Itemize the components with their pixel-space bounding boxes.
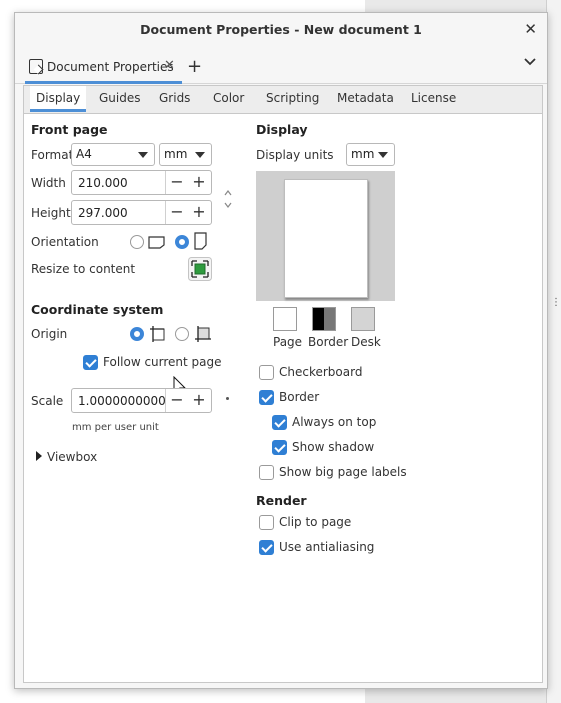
scale-spinbox[interactable]: 1.0000000000 − + <box>71 388 212 413</box>
document-properties-dialog: Document Properties - New document 1 ✕ D… <box>14 12 548 689</box>
height-spinbox[interactable]: 297.000 − + <box>71 200 212 225</box>
spin-separator <box>165 389 166 412</box>
desk-swatch-label: Desk <box>351 335 381 349</box>
origin-bottom-left-icon <box>195 326 211 342</box>
page-color-swatch[interactable] <box>273 307 297 331</box>
coordinate-system-heading: Coordinate system <box>31 302 164 317</box>
show-big-page-labels-label: Show big page labels <box>279 465 407 479</box>
follow-current-page-label: Follow current page <box>103 355 222 369</box>
follow-current-page-checkbox[interactable] <box>83 355 98 370</box>
tab-scripting[interactable]: Scripting <box>266 91 319 105</box>
close-icon[interactable]: ✕ <box>524 20 537 38</box>
checkerboard-checkbox[interactable] <box>259 365 274 380</box>
use-antialiasing-label: Use antialiasing <box>279 540 375 554</box>
use-antialiasing-checkbox[interactable] <box>259 540 274 555</box>
page-swatch-label: Page <box>273 335 303 349</box>
clip-to-page-checkbox[interactable] <box>259 515 274 530</box>
border-swatch-label: Border <box>308 335 349 349</box>
spin-separator <box>165 201 166 224</box>
tab-document-properties[interactable]: Document Properties ✕ <box>25 55 182 84</box>
window-title: Document Properties - New document 1 <box>140 22 422 37</box>
height-value: 297.000 <box>78 206 128 220</box>
front-page-heading: Front page <box>31 122 108 137</box>
checkerboard-label: Checkerboard <box>279 365 363 379</box>
render-heading: Render <box>256 493 307 508</box>
tab-metadata[interactable]: Metadata <box>337 91 394 105</box>
scale-label: Scale <box>31 394 64 408</box>
doc-tab-label: Document Properties <box>47 60 174 74</box>
link-dimensions-icon[interactable] <box>222 189 234 209</box>
landscape-page-icon <box>148 236 165 249</box>
orientation-label: Orientation <box>31 235 99 249</box>
plus-icon[interactable]: + <box>189 203 209 223</box>
resize-to-content-label: Resize to content <box>31 262 136 276</box>
resize-grip-icon[interactable]: ⋮ <box>551 298 561 308</box>
tab-guides[interactable]: Guides <box>99 91 141 105</box>
display-units-value: mm <box>351 147 375 161</box>
minus-icon[interactable]: − <box>167 173 187 193</box>
width-value: 210.000 <box>78 176 128 190</box>
format-value: A4 <box>76 147 92 161</box>
page-unit-value: mm <box>164 147 188 161</box>
width-spinbox[interactable]: 210.000 − + <box>71 170 212 195</box>
border-checkbox[interactable] <box>259 390 274 405</box>
dock-tab-bar: Document Properties ✕ + <box>15 51 547 84</box>
tab-display[interactable]: Display <box>30 86 87 112</box>
height-label: Height <box>31 206 71 220</box>
titlebar: Document Properties - New document 1 ✕ <box>15 13 547 47</box>
minus-icon[interactable]: − <box>167 391 187 411</box>
portrait-page-icon <box>194 232 207 250</box>
always-on-top-checkbox[interactable] <box>272 415 287 430</box>
origin-label: Origin <box>31 327 68 341</box>
orientation-portrait-radio[interactable] <box>175 235 189 249</box>
minus-icon[interactable]: − <box>167 203 187 223</box>
scale-value: 1.0000000000 <box>78 394 166 408</box>
add-tab-icon[interactable]: + <box>187 56 202 77</box>
tab-grids[interactable]: Grids <box>159 91 190 105</box>
origin-top-left-radio[interactable] <box>130 327 144 341</box>
orientation-landscape-radio[interactable] <box>130 235 144 249</box>
desk-color-swatch[interactable] <box>351 307 375 331</box>
spin-separator <box>165 171 166 194</box>
notebook: Display Guides Grids Color Scripting Met… <box>23 85 543 683</box>
display-units-select[interactable]: mm <box>346 143 395 166</box>
plus-icon[interactable]: + <box>189 173 209 193</box>
notebook-tabs: Display Guides Grids Color Scripting Met… <box>24 86 542 114</box>
show-big-page-labels-checkbox[interactable] <box>259 465 274 480</box>
display-units-label: Display units <box>256 148 334 162</box>
scale-unit-label: mm per user unit <box>72 422 159 433</box>
show-shadow-label: Show shadow <box>292 440 375 454</box>
format-label: Format <box>31 148 74 162</box>
border-label: Border <box>279 390 320 404</box>
document-properties-icon <box>29 59 43 74</box>
chevron-down-icon <box>378 152 388 158</box>
close-tab-icon[interactable]: ✕ <box>164 58 175 73</box>
display-heading: Display <box>256 122 308 137</box>
origin-bottom-left-radio[interactable] <box>175 327 189 341</box>
scale-indicator-dot <box>226 397 229 400</box>
show-shadow-checkbox[interactable] <box>272 440 287 455</box>
page-preview <box>256 171 395 301</box>
width-label: Width <box>31 176 66 190</box>
border-color-swatch[interactable] <box>312 307 336 331</box>
tab-color[interactable]: Color <box>213 91 244 105</box>
tab-license[interactable]: License <box>411 91 456 105</box>
window-edge <box>546 0 561 703</box>
clip-to-page-label: Clip to page <box>279 515 352 529</box>
preview-page <box>284 179 368 298</box>
plus-icon[interactable]: + <box>189 391 209 411</box>
origin-top-left-icon <box>150 326 165 342</box>
format-select[interactable]: A4 <box>71 143 155 166</box>
viewbox-expander[interactable]: Viewbox <box>47 450 97 464</box>
always-on-top-label: Always on top <box>292 415 377 429</box>
resize-to-content-icon[interactable] <box>188 257 212 281</box>
chevron-down-icon <box>138 152 148 158</box>
chevron-down-icon <box>195 152 205 158</box>
page-unit-select[interactable]: mm <box>159 143 212 166</box>
expander-arrow-icon[interactable] <box>35 450 43 462</box>
chevron-down-icon[interactable] <box>523 55 537 69</box>
